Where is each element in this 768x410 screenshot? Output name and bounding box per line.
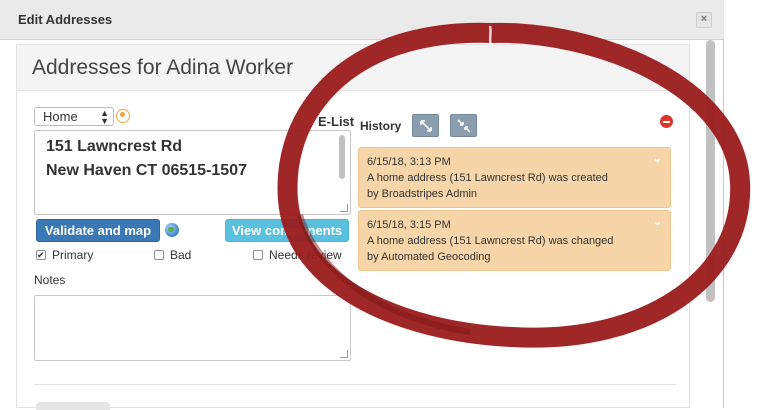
- dialog-titlebar: Edit Addresses ×: [0, 0, 724, 40]
- history-entry[interactable]: ⌄ 6/15/18, 3:13 PM A home address (151 L…: [358, 147, 671, 208]
- address-textarea[interactable]: 151 Lawncrest Rd New Haven CT 06515-1507: [34, 130, 351, 215]
- history-timestamp: 6/15/18, 3:15 PM: [367, 219, 451, 231]
- checkbox-icon[interactable]: [154, 250, 164, 260]
- bad-label: Bad: [170, 248, 192, 262]
- bad-checkbox[interactable]: Bad: [154, 248, 191, 262]
- footer-button[interactable]: [36, 402, 110, 410]
- chevron-down-icon[interactable]: ⌄: [653, 151, 662, 167]
- chevron-down-icon[interactable]: ⌄: [653, 214, 662, 230]
- history-author: by Automated Geocoding: [367, 251, 491, 263]
- address-line-2: New Haven CT 06515-1507: [46, 162, 247, 179]
- checkbox-checked-icon[interactable]: [36, 248, 46, 262]
- remove-icon[interactable]: [660, 115, 673, 128]
- resize-grip-icon[interactable]: [340, 204, 348, 212]
- expand-icon[interactable]: [412, 114, 439, 137]
- needs-review-label: Needs review: [269, 248, 342, 262]
- globe-icon[interactable]: [165, 223, 179, 237]
- address-scrollbar[interactable]: [339, 135, 345, 179]
- validate-and-map-button[interactable]: Validate and map: [36, 219, 160, 242]
- notes-textarea[interactable]: [34, 295, 351, 361]
- address-type-select[interactable]: Home ▲ ▼: [34, 107, 114, 126]
- panel-title: Addresses for Adina Worker: [32, 56, 294, 79]
- view-components-button[interactable]: View components: [225, 219, 349, 242]
- close-icon[interactable]: ×: [696, 12, 712, 28]
- history-label: History: [360, 119, 402, 133]
- address-line-1: 151 Lawncrest Rd: [46, 138, 183, 155]
- notes-label: Notes: [34, 273, 66, 287]
- person-icon[interactable]: [116, 109, 130, 123]
- primary-label: Primary: [52, 248, 94, 262]
- elist-label: E-List: [318, 114, 355, 129]
- history-author: by Broadstripes Admin: [367, 188, 478, 200]
- collapse-icon[interactable]: [450, 114, 477, 137]
- needs-review-checkbox[interactable]: Needs review: [253, 248, 342, 262]
- section-divider: [34, 384, 676, 385]
- checkbox-icon[interactable]: [253, 250, 263, 260]
- history-timestamp: 6/15/18, 3:13 PM: [367, 156, 451, 168]
- history-message: A home address (151 Lawncrest Rd) was ch…: [367, 235, 614, 247]
- history-message: A home address (151 Lawncrest Rd) was cr…: [367, 172, 608, 184]
- select-arrows-icon: ▲ ▼: [100, 108, 109, 126]
- panel-header: Addresses for Adina Worker: [17, 45, 689, 91]
- address-type-value: Home: [43, 109, 78, 124]
- resize-grip-icon[interactable]: [340, 350, 348, 358]
- dialog-title: Edit Addresses: [18, 12, 113, 27]
- history-entry[interactable]: ⌄ 6/15/18, 3:15 PM A home address (151 L…: [358, 210, 671, 271]
- primary-checkbox[interactable]: Primary: [36, 248, 93, 262]
- edit-addresses-dialog: Edit Addresses × Addresses for Adina Wor…: [0, 0, 724, 410]
- dialog-scrollbar-thumb[interactable]: [706, 40, 715, 302]
